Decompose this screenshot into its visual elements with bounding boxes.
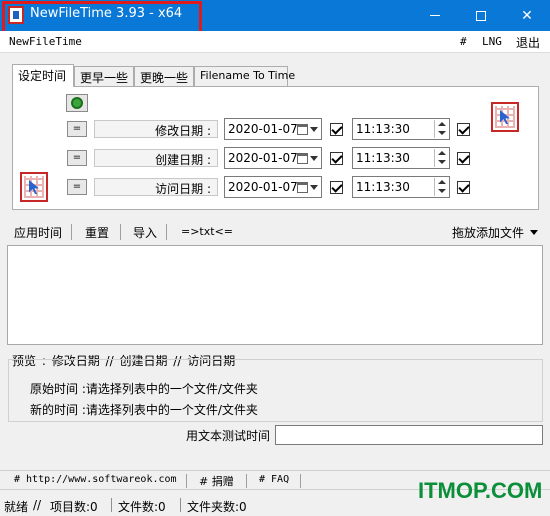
program-icon [491,102,519,132]
minimize-icon [430,15,440,16]
menu-bar: NewFileTime # LNG 退出 [0,31,550,53]
time-spinner[interactable] [434,178,448,196]
spin-down-icon [435,187,448,196]
watermark-logo: ITMOP.COM [418,478,543,503]
donate-link[interactable]: # 捐赠 [199,473,234,489]
status-folder-count: 文件夹数:0 [187,500,247,514]
original-time-value: 请选择列表中的一个文件/文件夹 [85,382,258,396]
close-button[interactable]: ✕ [504,0,550,31]
modified-time-picker[interactable]: 11:13:30 [352,118,450,140]
action-toolbar: 应用时间 重置 导入 =>txt<= 拖放添加文件 [0,222,550,242]
link-separator [300,474,301,488]
accessed-date-label: 访问日期 : [94,178,218,196]
spin-up-icon [435,120,448,129]
spin-down-icon [435,129,448,138]
toolbar-separator [71,224,72,240]
import-button[interactable]: 导入 [133,224,157,241]
dropdown-icon [310,127,318,132]
modified-date-label: 修改日期 : [94,120,218,138]
link-separator [186,474,187,488]
accessed-time-checkbox[interactable] [457,181,470,194]
created-time-checkbox[interactable] [457,152,470,165]
modified-date-value: 2020-01-07 [228,122,298,136]
tab-set-time[interactable]: 设定时间 [12,64,74,87]
created-equal-button[interactable]: = [67,150,87,166]
maximize-button[interactable] [458,0,504,31]
created-date-label: 创建日期 : [94,149,218,167]
accessed-equal-button[interactable]: = [67,179,87,195]
toolbar-separator [166,224,167,240]
menu-app-name[interactable]: NewFileTime [9,35,82,48]
maximize-icon [476,10,486,21]
created-date-checkbox[interactable] [330,152,343,165]
accessed-date-checkbox[interactable] [330,181,343,194]
calendar-icon [297,182,308,193]
accessed-time-value: 11:13:30 [356,180,410,194]
dropdown-icon [310,185,318,190]
modified-time-checkbox[interactable] [457,123,470,136]
status-divider [180,498,181,512]
tab-earlier[interactable]: 更早一些 [74,66,134,86]
spin-down-icon [435,158,448,167]
created-time-picker[interactable]: 11:13:30 [352,147,450,169]
menu-language[interactable]: LNG [482,35,502,48]
dropdown-icon [310,156,318,161]
time-spinner[interactable] [434,149,448,167]
modified-date-picker[interactable]: 2020-01-07 [224,118,322,140]
created-date-picker[interactable]: 2020-01-07 [224,147,322,169]
created-time-value: 11:13:30 [356,151,410,165]
test-time-input[interactable] [275,425,543,445]
modified-equal-button[interactable]: = [67,121,87,137]
status-item-count: 项目数:0 [50,500,98,514]
menu-exit[interactable]: 退出 [516,34,540,51]
new-time-value: 请选择列表中的一个文件/文件夹 [85,403,258,417]
file-list[interactable] [7,245,543,345]
dropdown-arrow-icon [530,230,539,235]
test-time-label: 用文本测试时间 [186,429,271,443]
reset-button[interactable]: 重置 [85,224,109,241]
time-spinner[interactable] [434,120,448,138]
refresh-button[interactable] [66,94,88,112]
new-time-line: 新的时间 :请选择列表中的一个文件/文件夹 [30,401,258,418]
export-txt-button[interactable]: =>txt<= [181,225,233,238]
status-divider [111,498,112,512]
tab-filename-to-time[interactable]: Filename To Time [194,66,295,86]
modified-time-value: 11:13:30 [356,122,410,136]
accessed-date-value: 2020-01-07 [228,180,298,194]
created-date-value: 2020-01-07 [228,151,298,165]
new-time-label: 新的时间 : [30,403,86,417]
original-time-label: 原始时间 : [30,382,86,396]
calendar-icon [297,153,308,164]
status-separator: // [33,498,42,512]
status-ready: 就绪 [4,500,29,514]
toolbar-separator [120,224,121,240]
drag-add-files-label: 拖放添加文件 [452,226,525,240]
spin-up-icon [435,149,448,158]
spin-up-icon [435,178,448,187]
accessed-date-picker[interactable]: 2020-01-07 [224,176,322,198]
faq-link[interactable]: # FAQ [259,474,289,485]
status-file-count: 文件数:0 [118,500,166,514]
program-icon [20,172,48,202]
window-title: NewFileTime 3.93 - x64 [30,6,183,21]
drag-add-files-dropdown[interactable]: 拖放添加文件 [452,224,539,241]
website-link[interactable]: # http://www.softwareok.com [14,474,177,485]
minimize-button[interactable] [412,0,458,31]
link-separator [246,474,247,488]
apply-time-button[interactable]: 应用时间 [14,224,62,241]
menu-hash[interactable]: # [460,35,467,48]
title-bar[interactable]: NewFileTime 3.93 - x64 ✕ [0,0,550,31]
calendar-icon [297,124,308,135]
original-time-line: 原始时间 :请选择列表中的一个文件/文件夹 [30,380,258,397]
close-icon: ✕ [521,7,533,24]
tab-later[interactable]: 更晚一些 [134,66,194,86]
accessed-time-picker[interactable]: 11:13:30 [352,176,450,198]
refresh-icon [71,97,83,109]
modified-date-checkbox[interactable] [330,123,343,136]
app-icon [8,6,24,24]
